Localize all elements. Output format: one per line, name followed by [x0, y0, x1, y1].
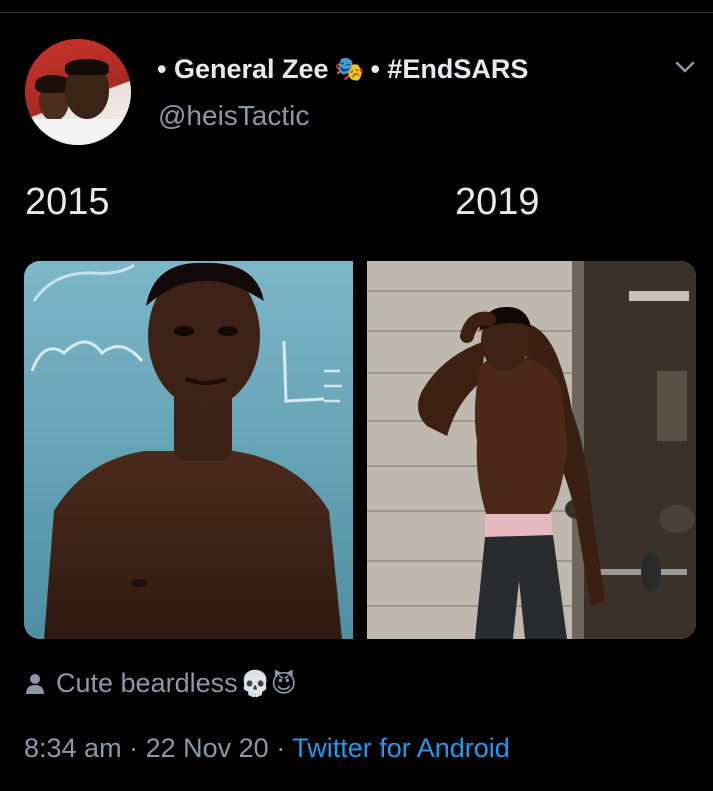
tweet-photo-2015[interactable]: [24, 261, 353, 639]
photo-label-2015: 2015: [25, 181, 110, 223]
avatar[interactable]: [25, 39, 131, 145]
tweet-timestamp-row: 8:34 am · 22 Nov 20 · Twitter for Androi…: [24, 733, 510, 764]
chevron-down-icon[interactable]: [674, 56, 696, 78]
photo-2015-illustration: [24, 261, 353, 639]
separator-dot: ·: [276, 733, 286, 763]
photo-2019-illustration: [367, 261, 696, 639]
separator-dot: ·: [129, 733, 139, 763]
top-divider: [0, 12, 713, 13]
avatar-person-right-hair: [65, 59, 109, 75]
display-name[interactable]: • General Zee 🎭 • #EndSARS: [157, 52, 528, 86]
display-name-suffix: • #EndSARS: [370, 53, 529, 84]
tweet-caption: Cute beardless 💀😈: [24, 668, 297, 699]
user-handle[interactable]: @heisTactic: [158, 100, 309, 132]
photo-label-2019: 2019: [455, 181, 540, 223]
avatar-shirt: [25, 119, 131, 145]
skull-devil-emoji: 💀😈: [239, 668, 297, 698]
tweet-date[interactable]: 22 Nov 20: [146, 733, 269, 763]
person-icon: [26, 673, 44, 694]
theater-masks-emoji: 🎭: [334, 55, 365, 83]
tweet-time[interactable]: 8:34 am: [24, 733, 122, 763]
tweet-source-link[interactable]: Twitter for Android: [292, 733, 510, 763]
tweet-photo-2019[interactable]: [367, 261, 696, 639]
caption-text: Cute beardless: [56, 668, 238, 698]
display-name-prefix: • General Zee: [157, 53, 329, 84]
